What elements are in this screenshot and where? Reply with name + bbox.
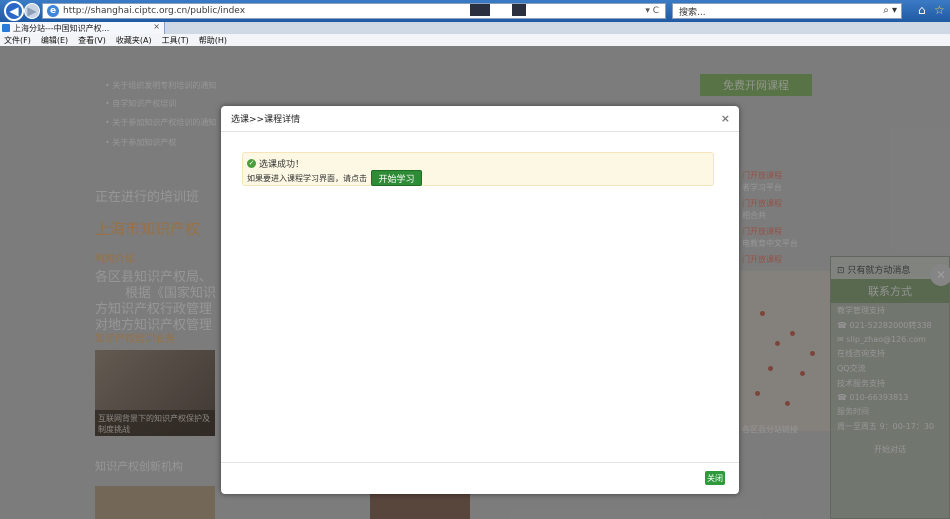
- toolbar-deco: [512, 4, 526, 16]
- ie-page-icon: e: [47, 5, 59, 17]
- menu-file[interactable]: 文件(F): [4, 35, 31, 46]
- star-icon[interactable]: ☆: [934, 3, 945, 17]
- tab-bar: 上海分站---中国知识产权... ×: [0, 22, 950, 34]
- back-arrow-icon[interactable]: ◀: [4, 1, 24, 21]
- title-bar: ◀ ▶ e http://shanghai.ciptc.org.cn/publi…: [0, 0, 950, 22]
- search-bar[interactable]: 搜索... ⌕ ▾: [672, 3, 902, 19]
- browser-chrome: ◀ ▶ e http://shanghai.ciptc.org.cn/publi…: [0, 0, 950, 46]
- search-input[interactable]: 搜索...: [679, 5, 706, 18]
- alert-prompt-text: 如果要进入课程学习界面，请点击: [247, 173, 367, 183]
- menu-view[interactable]: 查看(V): [78, 35, 106, 46]
- search-icon[interactable]: ⌕ ▾: [883, 5, 897, 16]
- modal-footer: 关闭: [221, 462, 739, 494]
- favicon-icon: [2, 24, 10, 32]
- course-detail-modal: 选课>>课程详情 × ✓ 选课成功！ 如果要进入课程学习界面，请点击 开始学习 …: [221, 106, 739, 494]
- address-tools[interactable]: ▾ C: [645, 4, 659, 18]
- url-text[interactable]: http://shanghai.ciptc.org.cn/public/inde…: [63, 6, 245, 16]
- success-alert: ✓ 选课成功！ 如果要进入课程学习界面，请点击 开始学习: [242, 152, 714, 186]
- menu-favorites[interactable]: 收藏夹(A): [116, 35, 152, 46]
- alert-success-text: 选课成功！: [259, 160, 305, 170]
- menu-bar: 文件(F) 编辑(E) 查看(V) 收藏夹(A) 工具(T) 帮助(H): [0, 34, 950, 46]
- close-icon[interactable]: ×: [721, 112, 730, 125]
- forward-arrow-icon[interactable]: ▶: [24, 3, 40, 19]
- tab-close-icon[interactable]: ×: [153, 22, 160, 31]
- browser-tab[interactable]: 上海分站---中国知识产权... ×: [0, 22, 165, 34]
- tab-title[interactable]: 上海分站---中国知识产权...: [13, 23, 109, 34]
- alert-title-row: ✓ 选课成功！: [247, 157, 304, 170]
- menu-edit[interactable]: 编辑(E): [41, 35, 68, 46]
- menu-tools[interactable]: 工具(T): [162, 35, 189, 46]
- start-learning-button[interactable]: 开始学习: [371, 170, 422, 186]
- home-icon[interactable]: ⌂: [918, 3, 926, 17]
- modal-title: 选课>>课程详情: [231, 115, 301, 125]
- toolbar-deco: [470, 4, 490, 16]
- alert-prompt-row: 如果要进入课程学习界面，请点击 开始学习: [247, 170, 422, 186]
- address-bar[interactable]: e http://shanghai.ciptc.org.cn/public/in…: [42, 3, 666, 19]
- modal-header: 选课>>课程详情 ×: [221, 106, 739, 132]
- close-button[interactable]: 关闭: [705, 471, 725, 485]
- check-circle-icon: ✓: [247, 159, 256, 168]
- menu-help[interactable]: 帮助(H): [199, 35, 227, 46]
